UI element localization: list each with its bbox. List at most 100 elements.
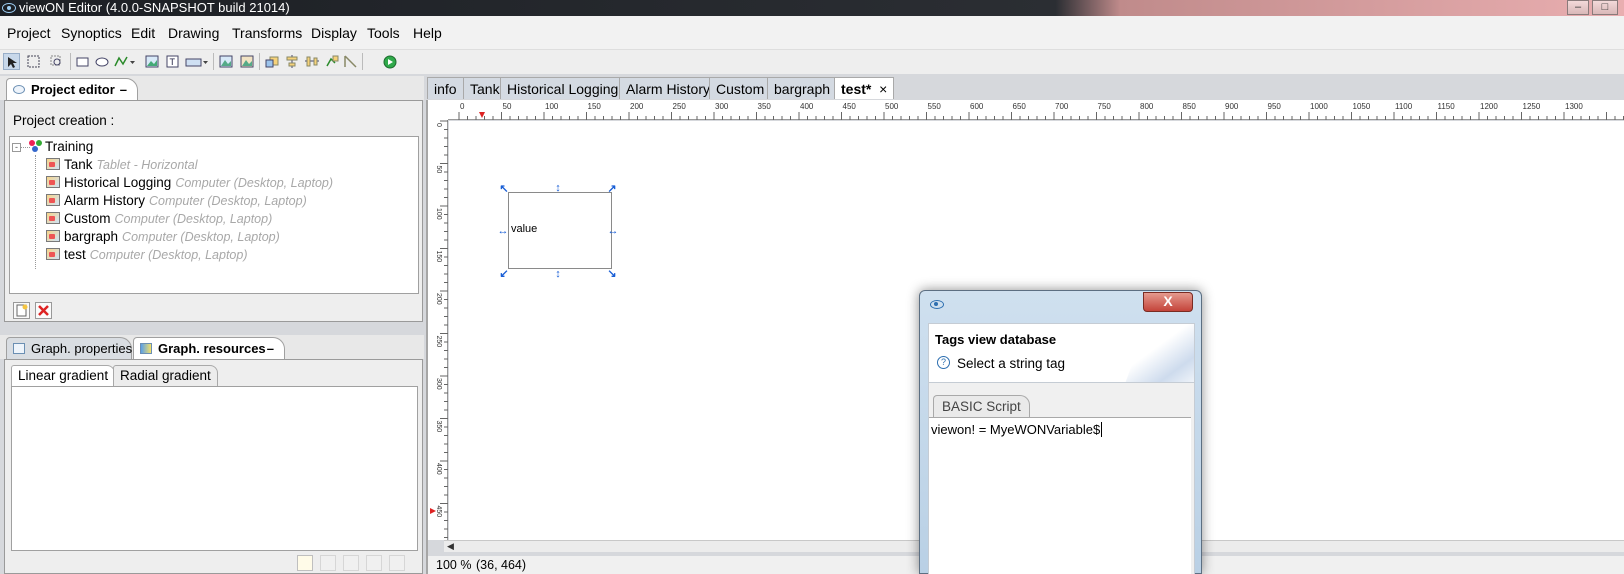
dialog-eye-icon (930, 300, 944, 309)
ruler-label: 150 (588, 102, 602, 111)
line-icon[interactable] (342, 53, 359, 70)
tab-graph-resources-label: Graph. resources (158, 341, 266, 356)
tree-item-tank[interactable]: Tank Tablet - Horizontal (46, 157, 198, 172)
ruler-label: 1250 (1523, 102, 1541, 111)
tree-item-custom[interactable]: Custom Computer (Desktop, Laptop) (46, 211, 272, 226)
project-editor-title: Project editor (31, 82, 115, 97)
synoptic-icon (46, 158, 60, 170)
ruler-label: 200 (630, 102, 644, 111)
polyline-icon[interactable] (113, 53, 137, 70)
tab-info[interactable]: info (427, 77, 464, 99)
resize-handle-se[interactable]: ↘ (606, 268, 618, 280)
ruler-label: 700 (1055, 102, 1069, 111)
resize-handle-n[interactable]: ↕ (552, 182, 564, 194)
selected-widget[interactable]: value (508, 192, 612, 269)
menu-project[interactable]: Project (7, 25, 51, 41)
tab-custom[interactable]: Custom (709, 77, 772, 99)
picture-2-icon[interactable] (238, 53, 255, 70)
window-title: viewON Editor (4.0.0-SNAPSHOT build 2101… (19, 0, 290, 15)
ruler-label: 100 (435, 208, 442, 220)
project-editor-tabrow: Project editor – (0, 76, 424, 100)
ruler-label: 300 (435, 378, 442, 390)
ruler-label: 300 (715, 102, 729, 111)
script-editor[interactable]: viewon! = MyeWONVariable$ (929, 417, 1191, 574)
subtab-radial-gradient[interactable]: Radial gradient (113, 365, 218, 386)
project-editor-panel: Project creation : - Training Tank Tablet… (4, 100, 423, 322)
menu-synoptics[interactable]: Synoptics (61, 25, 122, 41)
minimize-button[interactable]: – (1567, 0, 1589, 15)
tab-project-editor[interactable]: Project editor – (6, 78, 138, 100)
minimize-panel-icon[interactable]: – (120, 79, 127, 100)
group-icon[interactable] (323, 53, 340, 70)
tab-graph-properties[interactable]: Graph. properties (6, 337, 132, 359)
delete-synoptic-button[interactable] (35, 302, 52, 319)
resize-handle-nw[interactable]: ↖ (498, 183, 510, 195)
tree-item-historical-logging[interactable]: Historical Logging Computer (Desktop, Lap… (46, 175, 333, 190)
select-arrow-icon[interactable] (3, 53, 20, 70)
ruler-label: 450 (843, 102, 857, 111)
minimize-panel-icon[interactable]: – (267, 338, 274, 359)
text-icon[interactable]: T (164, 53, 181, 70)
ruler-label: 1200 (1480, 102, 1498, 111)
widget-icon[interactable] (184, 53, 210, 70)
menu-drawing[interactable]: Drawing (168, 25, 219, 41)
tree-root-training[interactable]: Training (29, 139, 93, 154)
rectangle-icon[interactable] (74, 53, 91, 70)
tree-item-target: Tablet - Horizontal (96, 158, 198, 172)
add-gradient-icon[interactable] (297, 555, 313, 571)
align-icon[interactable] (283, 53, 300, 70)
tab-alarm-history[interactable]: Alarm History (619, 77, 718, 99)
edit-icon (366, 555, 382, 571)
tab-graph-resources[interactable]: Graph. resources – (133, 337, 285, 359)
menu-display[interactable]: Display (311, 25, 357, 41)
ruler-label: 500 (885, 102, 899, 111)
menu-edit[interactable]: Edit (131, 25, 155, 41)
scroll-left-icon[interactable]: ◀ (447, 541, 454, 552)
distribute-icon[interactable] (303, 53, 320, 70)
dialog-title: Tags view database (935, 332, 1057, 347)
tab-test[interactable]: test* × (834, 77, 895, 100)
ruler-label: 600 (970, 102, 984, 111)
ruler-label: 550 (928, 102, 942, 111)
resize-handle-s[interactable]: ↕ (552, 268, 564, 280)
resize-handle-ne[interactable]: ↗ (606, 183, 618, 195)
image-icon[interactable] (143, 53, 160, 70)
resize-handle-w[interactable]: ↔ (497, 225, 509, 237)
synoptic-icon (46, 194, 60, 206)
run-icon[interactable] (381, 53, 398, 70)
tab-bargraph[interactable]: bargraph (767, 77, 838, 99)
maximize-button[interactable]: □ (1592, 0, 1618, 15)
picture-icon[interactable] (217, 53, 234, 70)
tree-item-alarm-history[interactable]: Alarm History Computer (Desktop, Laptop) (46, 193, 307, 208)
resize-handle-sw[interactable]: ↙ (498, 268, 510, 280)
ellipse-icon[interactable] (93, 53, 110, 70)
zoom-select-icon[interactable] (48, 53, 65, 70)
bring-front-icon[interactable] (263, 53, 280, 70)
marquee-select-icon[interactable] (25, 53, 42, 70)
ruler-label: 250 (435, 336, 442, 348)
widget-value-text: value (511, 223, 538, 235)
ruler-label: 1100 (1395, 102, 1413, 111)
tab-test-label: test* (841, 81, 872, 97)
subtab-linear-gradient[interactable]: Linear gradient (11, 365, 116, 386)
tree-item-bargraph[interactable]: bargraph Computer (Desktop, Laptop) (46, 229, 280, 244)
ruler-label: 350 (758, 102, 772, 111)
resize-handle-e[interactable]: ↔ (607, 225, 619, 237)
close-tab-icon[interactable]: × (879, 78, 887, 100)
menu-transforms[interactable]: Transforms (232, 25, 302, 41)
tree-item-test[interactable]: test Computer (Desktop, Laptop) (46, 247, 247, 262)
new-synoptic-button[interactable] (13, 302, 30, 319)
gradient-list[interactable] (11, 386, 418, 551)
menu-tools[interactable]: Tools (367, 25, 400, 41)
ruler-label: 350 (435, 421, 442, 433)
menu-help[interactable]: Help (413, 25, 442, 41)
tab-graph-properties-label: Graph. properties (31, 341, 133, 356)
tree-item-target: Computer (Desktop, Laptop) (175, 176, 334, 190)
dialog-close-button[interactable]: X (1143, 292, 1193, 312)
ruler-label: 1300 (1565, 102, 1583, 111)
vertical-ruler: 0 50 100 150 200 250 300 350 400 450 (428, 120, 448, 540)
ruler-label: 50 (503, 102, 512, 111)
tab-historical-logging[interactable]: Historical Logging (500, 77, 626, 99)
tab-basic-script[interactable]: BASIC Script (933, 395, 1030, 417)
menu-bar: Project Synoptics Edit Drawing Transform… (0, 16, 1624, 50)
